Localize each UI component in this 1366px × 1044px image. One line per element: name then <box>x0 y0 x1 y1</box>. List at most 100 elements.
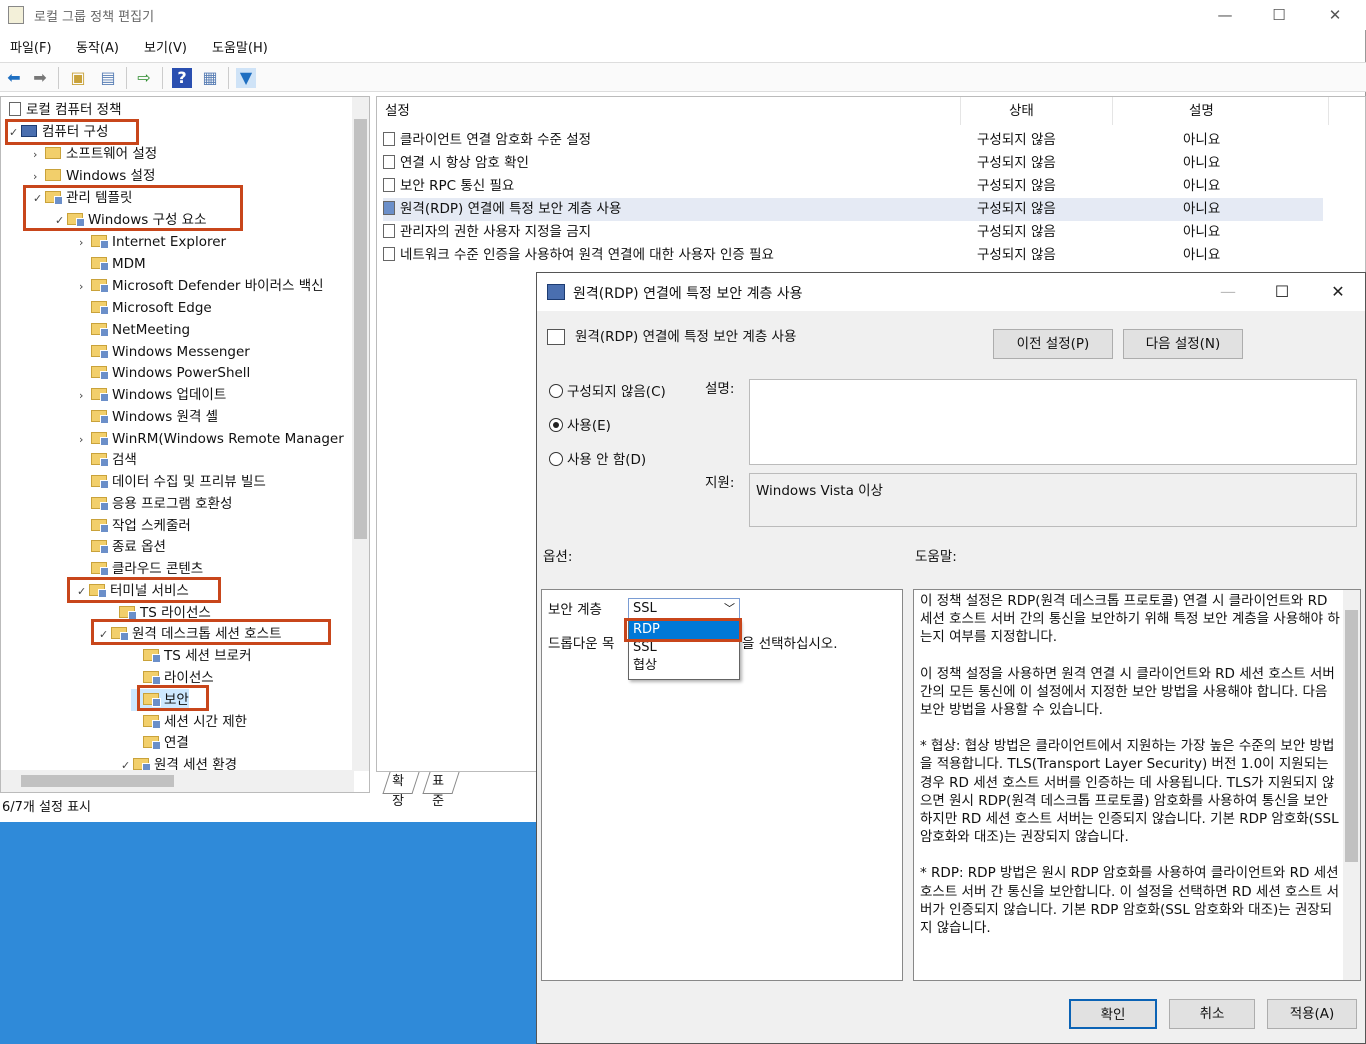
radio-circle[interactable] <box>549 452 563 466</box>
maximize-button[interactable]: ☐ <box>1256 0 1302 30</box>
tree-node-messenger[interactable]: Windows Messenger <box>79 341 250 363</box>
help-paragraph: * RDP: RDP 방법은 원시 RDP 암호화를 사용하여 클라이언트와 R… <box>920 865 1340 937</box>
radio-enabled[interactable]: 사용(E) <box>549 415 611 437</box>
tree-node-remote-shell[interactable]: Windows 원격 셸 <box>79 406 218 428</box>
tab-extended[interactable]: 확장 <box>382 772 420 809</box>
back-arrow-icon[interactable]: ⬅ <box>4 68 24 88</box>
chevron-down-icon[interactable]: ﹀ <box>724 599 735 619</box>
policy-icon <box>547 284 565 300</box>
list-row[interactable]: 클라이언트 연결 암호화 수준 설정 구성되지 않음 아니요 <box>383 129 1323 152</box>
tree-node-data-collect[interactable]: 데이터 수집 및 프리뷰 빌드 <box>79 471 266 493</box>
status-bar: 6/7개 설정 표시 <box>2 800 91 815</box>
list-row[interactable]: 관리자의 권한 사용자 지정을 금지 구성되지 않음 아니요 <box>383 221 1323 244</box>
cancel-button[interactable]: 취소 <box>1169 999 1255 1029</box>
tree-node-winrm[interactable]: › WinRM(Windows Remote Manager <box>79 428 344 450</box>
column-header-state[interactable]: 상태 <box>1009 97 1113 125</box>
folder-icon <box>91 257 109 271</box>
tab-standard[interactable]: 표준 <box>422 772 460 809</box>
tree-node-ts-broker[interactable]: TS 세션 브로커 <box>131 645 252 667</box>
tree-node-windows-settings[interactable]: › Windows 설정 <box>33 165 155 187</box>
folder-icon <box>91 453 109 467</box>
tree-node-ie[interactable]: › Internet Explorer <box>79 231 226 253</box>
help-icon[interactable]: ? <box>172 68 192 88</box>
chevron-right-icon[interactable]: › <box>79 276 91 298</box>
tree-node-root[interactable]: 로컬 컴퓨터 정책 <box>9 99 122 121</box>
supported-field: Windows Vista 이상 <box>749 473 1357 527</box>
column-header-comment[interactable]: 설명 <box>1189 97 1329 125</box>
tree-node-search[interactable]: 검색 <box>79 449 137 471</box>
tree-node-edge[interactable]: Microsoft Edge <box>79 297 212 319</box>
scrollbar-thumb[interactable] <box>21 775 174 787</box>
help-text: 이 정책 설정은 RDP(원격 데스크톱 프로토콜) 연결 시 클라이언트와 R… <box>920 592 1340 955</box>
tree-horizontal-scrollbar[interactable] <box>1 770 354 792</box>
comment-label: 설명: <box>705 381 735 397</box>
help-label: 도움말: <box>915 549 957 565</box>
tree-node-update[interactable]: › Windows 업데이트 <box>79 384 226 406</box>
tree-node-shutdown[interactable]: 종료 옵션 <box>79 536 166 558</box>
list-row[interactable]: 보안 RPC 통신 필요 구성되지 않음 아니요 <box>383 175 1323 198</box>
policy-icon <box>9 102 21 116</box>
dropdown-option-negotiate[interactable]: 협상 <box>629 657 739 675</box>
scrollbar-thumb[interactable] <box>354 119 367 539</box>
help-scrollbar[interactable] <box>1343 590 1360 980</box>
folder-icon <box>45 169 61 181</box>
list-row[interactable]: 연결 시 항상 암호 확인 구성되지 않음 아니요 <box>383 152 1323 175</box>
folder-icon <box>119 606 137 620</box>
folder-icon <box>143 671 161 685</box>
maximize-button[interactable]: ☐ <box>1259 277 1305 307</box>
tree-node-mdm[interactable]: MDM <box>79 253 146 275</box>
comment-field[interactable] <box>749 379 1357 465</box>
column-header-setting[interactable]: 설정 <box>385 97 961 125</box>
scrollbar-thumb[interactable] <box>1345 610 1358 862</box>
tree-node-time-limit[interactable]: 세션 시간 제한 <box>131 711 247 733</box>
folder-icon <box>91 519 109 533</box>
tree-node-software[interactable]: › 소프트웨어 설정 <box>33 143 157 165</box>
radio-not-configured[interactable]: 구성되지 않음(C) <box>549 381 666 403</box>
close-button[interactable]: ✕ <box>1312 0 1358 30</box>
apply-button[interactable]: 적용(A) <box>1267 999 1357 1029</box>
show-hide-tree-icon[interactable]: ▤ <box>98 68 118 88</box>
tree-node-powershell[interactable]: Windows PowerShell <box>79 362 250 384</box>
radio-disabled[interactable]: 사용 안 함(D) <box>549 449 646 471</box>
supported-value: Windows Vista 이상 <box>756 483 883 499</box>
forward-arrow-icon[interactable]: ➡ <box>30 68 50 88</box>
radio-circle-selected[interactable] <box>549 418 563 432</box>
menu-view[interactable]: 보기(V) <box>144 37 187 56</box>
radio-circle[interactable] <box>549 384 563 398</box>
field-scrollbar[interactable] <box>1339 380 1356 464</box>
menu-file[interactable]: 파일(F) <box>10 37 52 56</box>
menu-action[interactable]: 동작(A) <box>76 37 119 56</box>
chevron-right-icon[interactable]: › <box>79 232 91 254</box>
up-folder-icon[interactable]: ▣ <box>68 68 88 88</box>
tree-node-app-compat[interactable]: 응용 프로그램 호환성 <box>79 493 232 515</box>
chevron-right-icon[interactable]: › <box>79 385 91 407</box>
highlight-box <box>624 618 742 642</box>
tree-node-netmeeting[interactable]: NetMeeting <box>79 319 190 341</box>
chevron-right-icon[interactable]: › <box>79 429 91 451</box>
dialog-heading: 원격(RDP) 연결에 특정 보안 계층 사용 <box>575 329 797 345</box>
next-setting-button[interactable]: 다음 설정(N) <box>1123 329 1243 359</box>
menu-help[interactable]: 도움말(H) <box>212 37 268 56</box>
close-button[interactable]: ✕ <box>1315 277 1361 307</box>
highlight-box <box>91 619 331 645</box>
minimize-button[interactable]: — <box>1202 0 1248 30</box>
setting-icon <box>383 178 395 192</box>
tree-node-defender[interactable]: › Microsoft Defender 바이러스 백신 <box>79 275 324 297</box>
list-row-selected[interactable]: 원격(RDP) 연결에 특정 보안 계층 사용 구성되지 않음 아니요 <box>383 198 1323 221</box>
policy-tree[interactable]: 로컬 컴퓨터 정책 ✓ 컴퓨터 구성 › 소프트웨어 설정 › Windows 설정 … <box>0 96 370 793</box>
chevron-right-icon[interactable]: › <box>33 144 45 166</box>
tree-node-scheduler[interactable]: 작업 스케줄러 <box>79 515 191 537</box>
folder-icon <box>91 410 109 424</box>
tree-vertical-scrollbar[interactable] <box>352 97 369 771</box>
previous-setting-button[interactable]: 이전 설정(P) <box>993 329 1113 359</box>
tree-node-connection[interactable]: 연결 <box>131 732 189 754</box>
ok-button[interactable]: 확인 <box>1069 999 1157 1029</box>
list-row[interactable]: 네트워크 수준 인증을 사용하여 원격 연결에 대한 사용자 인증 필요 구성되지… <box>383 244 1323 267</box>
security-layer-combo[interactable]: SSL ﹀ <box>628 598 740 620</box>
properties-icon[interactable]: ▦ <box>200 68 220 88</box>
setting-icon <box>383 132 395 146</box>
filter-icon[interactable]: ▼ <box>236 68 256 88</box>
field-scrollbar[interactable] <box>1339 474 1356 526</box>
export-list-icon[interactable]: ⇨ <box>134 68 154 88</box>
folder-icon <box>45 147 61 159</box>
